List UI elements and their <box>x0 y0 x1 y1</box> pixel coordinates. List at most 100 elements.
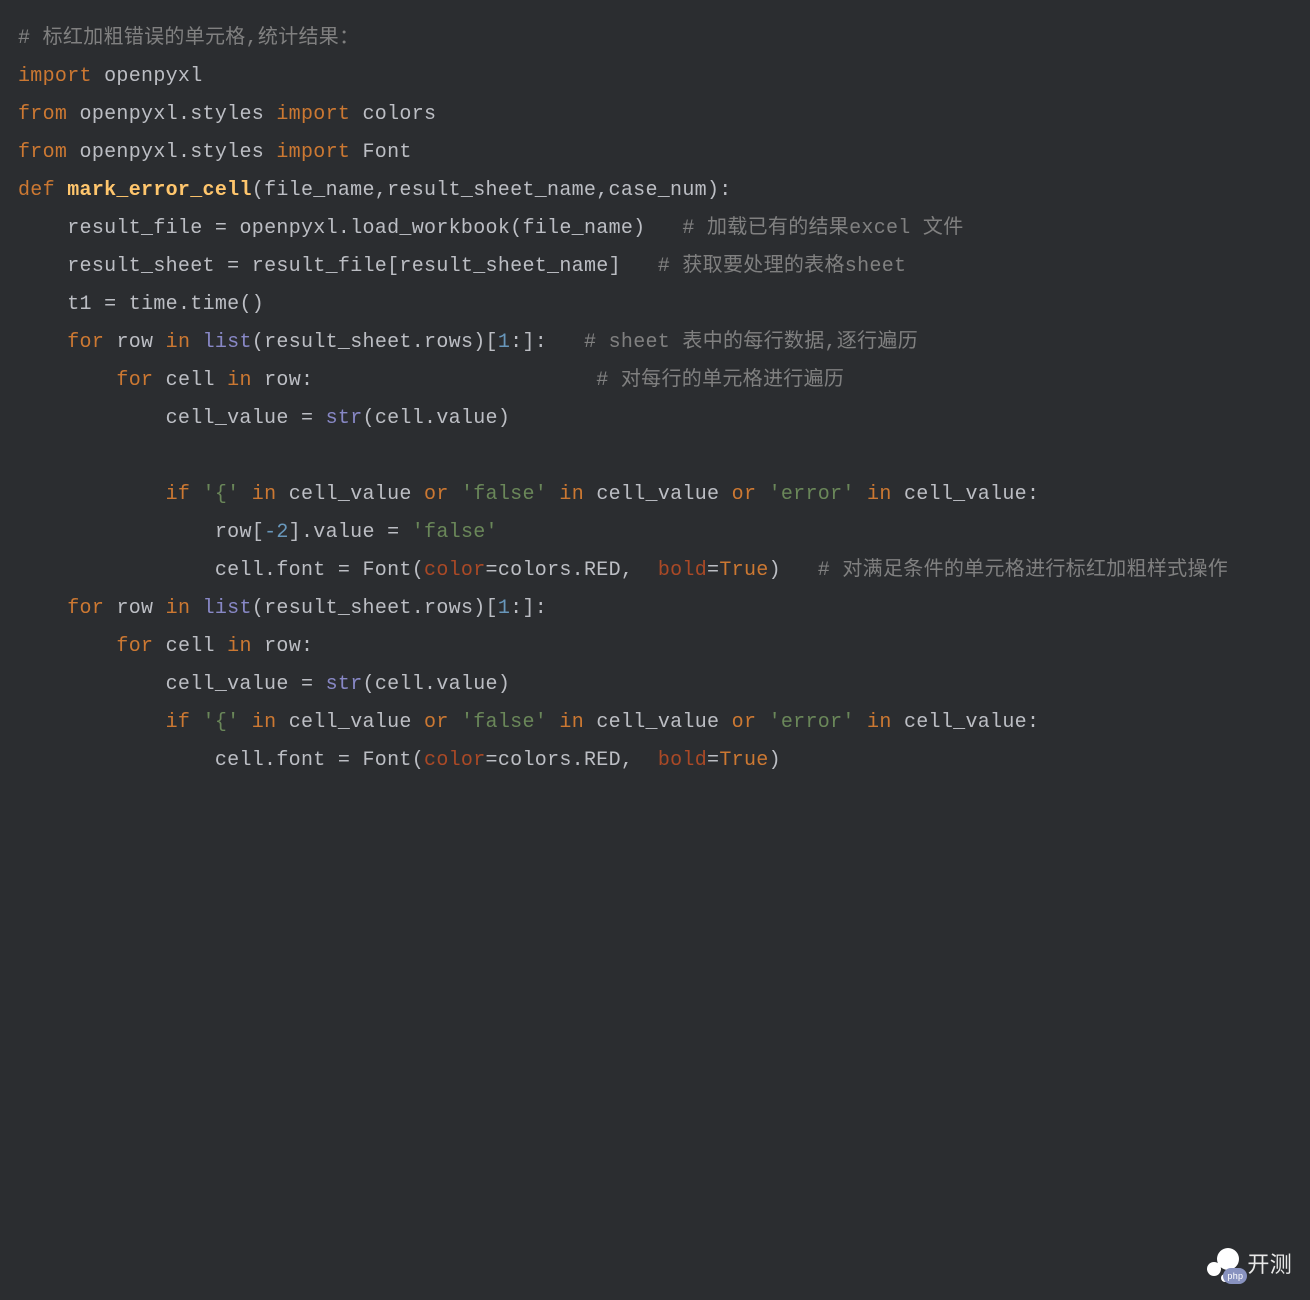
code-comment: # 加载已有的结果excel 文件 <box>682 217 963 240</box>
code-identifier: cell_value <box>289 711 412 734</box>
code-identifier: Font <box>363 559 412 582</box>
code-function-def: mark_error_cell <box>67 179 252 202</box>
code-punct: )[ <box>473 597 498 620</box>
code-identifier: cell.value <box>375 407 498 430</box>
code-keyword: def <box>18 179 55 202</box>
code-keyword: from <box>18 103 67 126</box>
code-string: 'false' <box>461 711 547 734</box>
code-identifier: time.time <box>129 293 240 316</box>
code-punct: ] <box>609 255 621 278</box>
code-identifier: cell_value <box>904 483 1027 506</box>
code-identifier: result_file <box>252 255 387 278</box>
code-identifier: cell.font <box>215 559 326 582</box>
code-boolean: True <box>719 749 768 772</box>
code-builtin: str <box>326 673 363 696</box>
code-identifier: cell_value <box>166 673 289 696</box>
code-punct: :]: <box>510 597 547 620</box>
code-punct: ( <box>412 559 424 582</box>
code-kwarg: bold <box>658 559 707 582</box>
code-identifier: cell_value <box>166 407 289 430</box>
code-keyword: in <box>867 483 892 506</box>
code-string: 'error' <box>769 483 855 506</box>
code-kwarg: color <box>424 749 486 772</box>
code-string: '{' <box>203 483 240 506</box>
code-punct: , <box>621 749 633 772</box>
code-keyword: in <box>559 483 584 506</box>
code-keyword: import <box>18 65 92 88</box>
code-builtin: list <box>203 331 252 354</box>
code-keyword: for <box>67 331 104 354</box>
code-identifier: colors.RED <box>498 749 621 772</box>
code-keyword: in <box>252 483 277 506</box>
code-keyword: import <box>276 141 350 164</box>
code-identifier: cell.font <box>215 749 326 772</box>
code-keyword: in <box>166 331 191 354</box>
code-punct: , <box>375 179 387 202</box>
code-module: openpyxl.styles <box>80 103 265 126</box>
code-identifier: row <box>215 521 252 544</box>
code-punct: ) <box>498 407 510 430</box>
code-identifier: cell_value <box>289 483 412 506</box>
code-identifier: Font <box>363 749 412 772</box>
code-punct: , <box>621 559 633 582</box>
code-identifier: result_file <box>67 217 202 240</box>
code-identifier: cell_value <box>904 711 1027 734</box>
code-keyword: in <box>227 635 252 658</box>
code-keyword: in <box>166 597 191 620</box>
code-punct: ( <box>363 407 375 430</box>
code-identifier: colors.RED <box>498 559 621 582</box>
code-boolean: True <box>719 559 768 582</box>
code-keyword: from <box>18 141 67 164</box>
code-punct: ) <box>769 749 781 772</box>
code-identifier: openpyxl.load_workbook <box>239 217 510 240</box>
code-string: 'error' <box>769 711 855 734</box>
code-identifier: result_sheet_name <box>387 179 596 202</box>
code-number: 1 <box>498 331 510 354</box>
code-punct: ) <box>633 217 645 240</box>
code-punct: , <box>596 179 608 202</box>
code-punct: = <box>707 749 719 772</box>
code-punct: = <box>338 559 350 582</box>
code-punct: : <box>301 369 313 392</box>
code-module: openpyxl.styles <box>80 141 265 164</box>
code-punct: = <box>301 673 313 696</box>
code-string: 'false' <box>412 521 498 544</box>
code-block: # 标红加粗错误的单元格,统计结果： import openpyxl from … <box>18 20 1292 780</box>
code-comment: # 获取要处理的表格sheet <box>658 255 907 278</box>
code-string: 'false' <box>461 483 547 506</box>
code-identifier: cell <box>166 369 215 392</box>
watermark: php 开测 <box>1207 1244 1292 1286</box>
code-punct: = <box>707 559 719 582</box>
code-punct: = <box>215 217 227 240</box>
code-punct: ( <box>510 217 522 240</box>
code-comment: # 对每行的单元格进行遍历 <box>596 369 844 392</box>
code-identifier: row <box>116 597 153 620</box>
code-identifier: row <box>264 635 301 658</box>
code-punct: ): <box>707 179 732 202</box>
code-number: -2 <box>264 521 289 544</box>
code-module: Font <box>363 141 412 164</box>
code-punct: [ <box>252 521 264 544</box>
code-identifier: cell <box>166 635 215 658</box>
code-identifier: result_sheet.rows <box>264 597 473 620</box>
chat-bubble-icon: php <box>1207 1248 1241 1282</box>
php-badge: php <box>1223 1268 1247 1284</box>
code-keyword: in <box>559 711 584 734</box>
code-module: openpyxl <box>104 65 202 88</box>
code-keyword: if <box>166 483 191 506</box>
code-punct: ( <box>412 749 424 772</box>
code-punct: : <box>1027 711 1039 734</box>
code-punct: )[ <box>473 331 498 354</box>
code-identifier: result_sheet.rows <box>264 331 473 354</box>
code-keyword: for <box>116 635 153 658</box>
code-punct: = <box>338 749 350 772</box>
code-punct: ( <box>252 179 264 202</box>
code-identifier: result_sheet_name <box>399 255 608 278</box>
code-comment: # sheet 表中的每行数据,逐行遍历 <box>584 331 918 354</box>
code-punct: [ <box>387 255 399 278</box>
code-number: 1 <box>498 597 510 620</box>
code-punct: ( <box>252 597 264 620</box>
code-keyword: or <box>424 483 449 506</box>
code-keyword: for <box>116 369 153 392</box>
watermark-text: 开测 <box>1247 1244 1292 1286</box>
